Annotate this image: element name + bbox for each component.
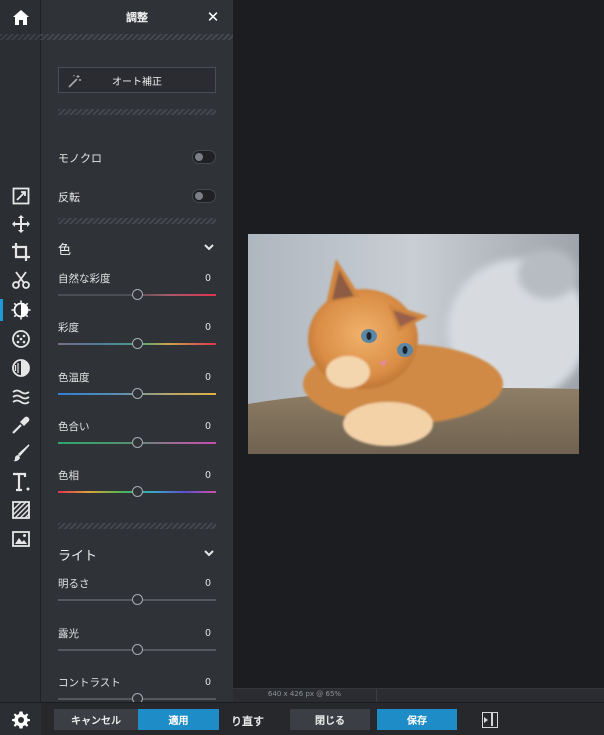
panel-title: 調整 (126, 11, 148, 24)
panel-toggle-icon[interactable] (482, 712, 498, 728)
slider-label: 色相 (58, 470, 79, 483)
slider-value: 0 (204, 470, 211, 482)
edit-image-icon[interactable] (0, 182, 41, 210)
invert-toggle[interactable] (192, 189, 216, 203)
monochrome-toggle[interactable] (192, 150, 216, 164)
save-button[interactable]: 保存 (377, 709, 457, 730)
slider-value: 0 (204, 677, 211, 688)
bottom-bar: キャンセル 適用 り直す 閉じる 保存 (0, 702, 604, 735)
status-divider (376, 689, 377, 702)
toolbar-divider (0, 34, 41, 40)
slider-value: 0 (204, 420, 211, 432)
apply-button[interactable]: 適用 (138, 709, 219, 730)
slider-label: コントラスト (58, 677, 121, 689)
auto-fix-label: オート補正 (112, 76, 162, 88)
slider-label: 色温度 (58, 371, 90, 384)
filter-icon[interactable] (0, 325, 41, 353)
color-section-header[interactable]: 色 (58, 238, 216, 258)
slider-value: 0 (204, 322, 211, 334)
gear-icon[interactable] (0, 703, 41, 735)
redo-button[interactable]: り直す (231, 713, 264, 729)
slider-label: 露光 (58, 627, 79, 640)
slider-row: 色合い 0 (58, 419, 216, 459)
status-bar: 640 x 426 px @ 65% (233, 688, 604, 702)
magic-wand-icon (68, 75, 81, 88)
monochrome-row: モノクロ (58, 147, 216, 167)
slider-value: 0 (204, 371, 211, 383)
invert-row: 反転 (58, 186, 216, 206)
slider-thumb[interactable] (131, 387, 143, 399)
auto-fix-button[interactable]: オート補正 (58, 67, 216, 93)
slider-label: 自然な彩度 (58, 273, 111, 285)
slider-value: 0 (204, 273, 211, 284)
edited-photo[interactable] (248, 234, 579, 454)
light-section-header[interactable]: ライト (58, 544, 216, 564)
adjust-panel: 調整 ✕ オート補正 モノクロ 反転 色 自然な彩度 0 彩度 0 色温度 0 色合い 0 色相… (41, 0, 233, 704)
slider-thumb[interactable] (131, 486, 143, 498)
move-icon[interactable] (0, 210, 41, 238)
slider-row: 色相 0 (58, 468, 216, 508)
vignette-icon[interactable] (0, 354, 41, 382)
slider-label: 色合い (58, 420, 90, 433)
liquify-icon[interactable] (0, 383, 41, 411)
image-icon[interactable] (0, 525, 41, 553)
image-size-zoom: 640 x 426 px @ 65% (267, 690, 342, 698)
slider-thumb[interactable] (131, 436, 143, 448)
cut-icon[interactable] (0, 266, 41, 294)
left-toolbar (0, 0, 41, 735)
slider-thumb[interactable] (131, 594, 143, 605)
slider-row: 色温度 0 (58, 370, 216, 410)
panel-header: 調整 ✕ (41, 0, 233, 34)
light-section-title: ライト (58, 549, 98, 564)
slider-value: 0 (204, 578, 211, 589)
text-icon[interactable] (0, 468, 41, 496)
slider-row: 自然な彩度 0 (58, 271, 216, 311)
chevron-down-icon (204, 550, 214, 557)
divider (41, 34, 233, 40)
home-icon[interactable] (0, 0, 41, 34)
invert-label: 反転 (58, 191, 80, 204)
clone-icon[interactable] (0, 411, 41, 439)
slider-row: 彩度 0 (58, 320, 216, 360)
close-button[interactable]: 閉じる (290, 709, 370, 730)
slider-row: 明るさ 0 (58, 576, 216, 616)
brush-icon[interactable] (0, 439, 41, 467)
divider (58, 218, 216, 224)
slider-label: 彩度 (58, 322, 79, 335)
close-icon[interactable]: ✕ (205, 9, 221, 25)
slider-thumb[interactable] (131, 338, 143, 350)
slider-thumb[interactable] (131, 643, 143, 655)
chevron-down-icon (204, 244, 214, 251)
monochrome-label: モノクロ (58, 152, 102, 165)
color-section-title: 色 (58, 243, 72, 258)
divider (58, 523, 216, 529)
slider-label: 明るさ (58, 578, 90, 590)
crop-icon[interactable] (0, 238, 41, 266)
adjust-icon[interactable] (0, 296, 41, 324)
slider-thumb[interactable] (131, 289, 143, 300)
texture-icon[interactable] (0, 496, 41, 524)
divider (58, 109, 216, 115)
cancel-button[interactable]: キャンセル (54, 709, 138, 730)
slider-value: 0 (204, 627, 211, 639)
slider-row: コントラスト 0 (58, 675, 216, 704)
slider-row: 露光 0 (58, 626, 216, 666)
